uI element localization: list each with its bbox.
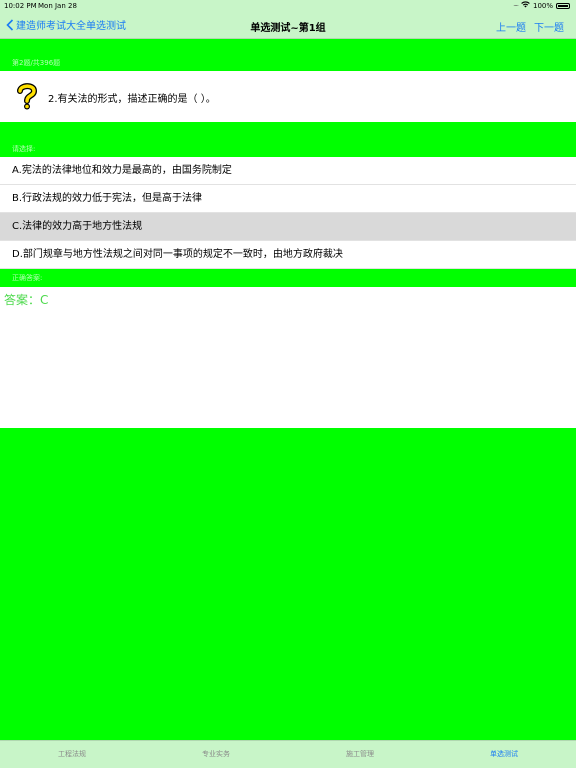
answer-card: 答案：C [0, 287, 576, 428]
options-section-label: 请选择: [12, 145, 36, 153]
signal-icon: ···· [513, 1, 519, 10]
navigation-bar: 建造师考试大全单选测试 单选测试~第1组 上一题 下一题 [0, 12, 576, 39]
status-bar: 10:02 PM Mon Jan 28 ···· 100% [0, 0, 576, 12]
option-b[interactable]: B.行政法规的效力低于宪法，但是高于法律 [0, 185, 576, 213]
tab-construction-management[interactable]: 施工管理 [288, 741, 432, 768]
battery-percent: 100% [532, 1, 553, 10]
nav-actions: 上一题 下一题 [496, 19, 564, 34]
question-mark-icon [17, 83, 38, 110]
status-date: Mon Jan 28 [38, 2, 77, 10]
options-list: A.宪法的法律地位和效力是最高的，由国务院制定 B.行政法规的效力低于宪法，但是… [0, 157, 576, 269]
question-progress-label: 第2题/共396题 [12, 59, 61, 67]
status-time: 10:02 PM [4, 2, 37, 10]
previous-question-button[interactable]: 上一题 [496, 19, 526, 34]
question-card: 2.有关法的形式，描述正确的是（ ）。 [0, 71, 576, 122]
tab-engineering-regulations[interactable]: 工程法规 [0, 741, 144, 768]
back-button[interactable]: 建造师考试大全单选测试 [6, 17, 126, 32]
answer-section-label: 正确答案: [12, 274, 43, 282]
tab-professional-practice[interactable]: 专业实务 [144, 741, 288, 768]
option-c[interactable]: C.法律的效力高于地方性法规 [0, 213, 576, 241]
option-a[interactable]: A.宪法的法律地位和效力是最高的，由国务院制定 [0, 157, 576, 185]
answer-text: 答案：C [4, 293, 49, 307]
chevron-left-icon [6, 18, 14, 31]
tab-bar: 工程法规 专业实务 施工管理 单选测试 [0, 740, 576, 768]
battery-icon [556, 2, 570, 9]
option-d[interactable]: D.部门规章与地方性法规之间对同一事项的规定不一致时，由地方政府裁决 [0, 241, 576, 269]
tab-single-choice-test[interactable]: 单选测试 [432, 741, 576, 768]
next-question-button[interactable]: 下一题 [534, 19, 564, 34]
question-text: 2.有关法的形式，描述正确的是（ ）。 [48, 94, 216, 105]
back-button-label: 建造师考试大全单选测试 [16, 21, 126, 32]
wifi-icon [521, 1, 530, 10]
status-right: ···· 100% [513, 1, 570, 10]
